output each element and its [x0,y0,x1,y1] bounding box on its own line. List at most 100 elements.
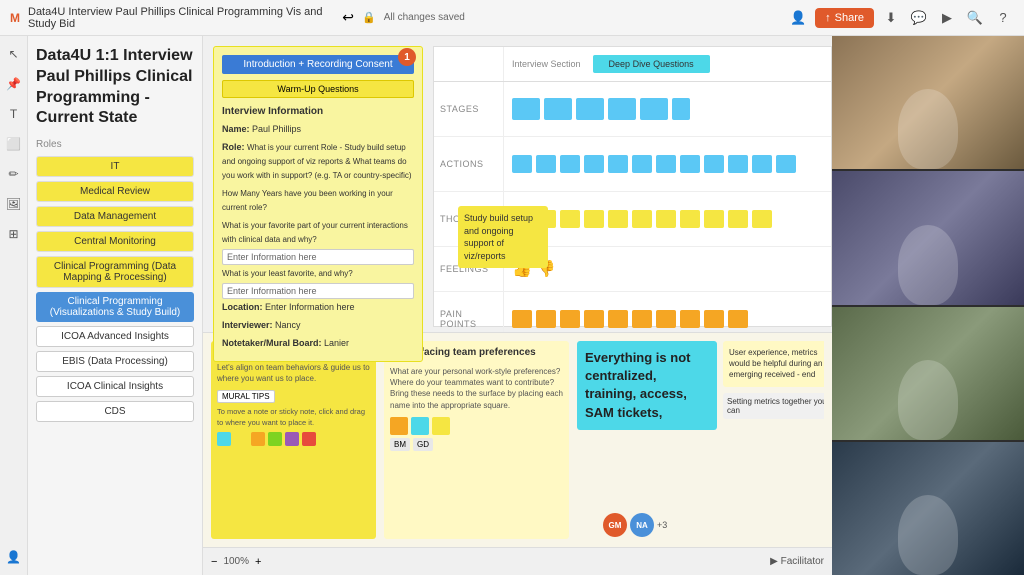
zoom-in-icon[interactable]: + [255,556,261,568]
pref-dot-3 [432,417,450,435]
left-panel: ↖ 📌 T ⬜ ✏ 🖼 ⊞ 👤 Data4U 1:1 Interview Pau… [0,36,203,575]
video-bg-4 [832,442,1024,575]
template-icon[interactable]: ⊞ [4,224,24,244]
video-bg-1 [832,36,1024,169]
action-sticky-3 [560,155,580,173]
tip-label: MURAL TIPS [217,390,275,403]
color-dot-cyan [217,432,231,446]
role-tag-data-mgmt[interactable]: Data Management [36,206,194,227]
stage-sticky-2 [544,98,572,120]
action-sticky-8 [680,155,700,173]
role-tag-medical[interactable]: Medical Review [36,181,194,202]
field-input-2[interactable]: Enter Information here [222,283,414,299]
video-person-3 [898,360,958,440]
action-sticky-6 [632,155,652,173]
stages-content [504,82,831,136]
field-interviewer-label: Interviewer: [222,320,275,330]
action-sticky-4 [584,155,604,173]
role-tags-list: IT Medical Review Data Management Centra… [36,156,194,422]
search-icon[interactable]: 🔍 [964,7,986,29]
video-panel-2 [832,171,1024,304]
role-tag-cds[interactable]: CDS [36,401,194,422]
study-build-sticky: Study build setup and ongoing support of… [458,206,548,268]
warm-up-btn[interactable]: Warm-Up Questions [222,80,414,98]
feelings-content: 👍 👎 [504,247,831,291]
surface-prefs-text: What are your personal work-style prefer… [390,366,563,411]
field-input-1[interactable]: Enter Information here [222,249,414,265]
field-role-value: What is your current Role - Study build … [222,143,412,180]
role-tag-central-monitor[interactable]: Central Monitoring [36,231,194,252]
field-years: How Many Years have you been working in … [222,185,414,213]
video-bg-2 [832,171,1024,304]
sidebar-content: Data4U 1:1 Interview Paul Phillips Clini… [28,36,202,575]
header-spacer [434,47,504,81]
present-icon[interactable]: ▶ [936,7,958,29]
pain-sticky-7 [656,310,676,328]
journey-row-stages: STAGES [434,82,831,137]
pain-sticky-3 [560,310,580,328]
sticky-setting-metrics: Setting metrics together you can [723,393,824,419]
video-panel-1 [832,36,1024,169]
top-bar: M Data4U Interview Paul Phillips Clinica… [0,0,1024,36]
share-button[interactable]: ↑ Share [815,8,874,28]
tip-text-1: To move a note or sticky note, click and… [217,407,370,428]
role-tag-clinical-prog-data[interactable]: Clinical Programming (Data Mapping & Pro… [36,256,194,288]
pain-sticky-9 [704,310,724,328]
lock-icon: 🔒 [362,11,376,24]
share-icon: ↑ [825,12,831,24]
sticky-user-exp: User experience, metrics would be helpfu… [723,341,824,387]
stage-sticky-6 [672,98,690,120]
role-tag-icoa-advanced[interactable]: ICOA Advanced Insights [36,326,194,347]
avatar-gm: GM [603,513,627,537]
text-icon[interactable]: T [4,104,24,124]
main-area: ↖ 📌 T ⬜ ✏ 🖼 ⊞ 👤 Data4U 1:1 Interview Pau… [0,36,1024,575]
tool-tags: MURAL TIPS [217,390,370,403]
comment-icon[interactable]: 💬 [908,7,930,29]
journey-map: Interview Section Deep Dive Questions ST… [433,46,832,327]
user-icon[interactable]: 👤 [4,547,24,567]
interview-section-label: Interview Section [512,59,581,69]
pain-sticky-4 [584,310,604,328]
surface-prefs-title: Surfacing team preferences [404,347,536,358]
role-tag-it[interactable]: IT [36,156,194,177]
shape-icon[interactable]: ⬜ [4,134,24,154]
thought-sticky-7 [656,210,676,228]
actions-content [504,137,831,191]
undo-icon[interactable]: ↩ [342,9,354,26]
pen-icon[interactable]: ✏ [4,164,24,184]
zoom-out-icon[interactable]: − [211,556,217,568]
zoom-level: 100% [223,556,249,567]
thought-sticky-6 [632,210,652,228]
field-notetaker-label: Notetaker/Mural Board: [222,338,324,348]
sticky-not-centralized: Everything is not centralized, training,… [577,341,717,430]
deep-dive-badge: Deep Dive Questions [593,55,710,73]
number-1-badge: 1 [398,48,416,66]
pref-dot-1 [390,417,408,435]
role-tag-clinical-prog-viz[interactable]: Clinical Programming (Visualizations & S… [36,292,194,322]
role-tag-ebis[interactable]: EBIS (Data Processing) [36,351,194,372]
pref-row-2: BM GD [390,438,563,451]
field-role: Role: What is your current Role - Study … [222,139,414,181]
cursor-icon[interactable]: ↖ [4,44,24,64]
field-interviewer: Interviewer: Nancy [222,317,414,331]
action-sticky-10 [728,155,748,173]
study-build-text: Study build setup and ongoing support of… [464,213,533,261]
action-sticky-5 [608,155,628,173]
field-role-label: Role: [222,142,247,152]
thought-sticky-3 [560,210,580,228]
sticky-icon[interactable]: 📌 [4,74,24,94]
people-icon[interactable]: 👤 [787,7,809,29]
role-tag-icoa-clinical[interactable]: ICOA Clinical Insights [36,376,194,397]
stage-sticky-1 [512,98,540,120]
interview-info-header: Interview Information [222,106,414,117]
image-icon[interactable]: 🖼 [4,194,24,214]
surface-prefs-grid: BM GD [390,417,563,451]
pref-label-1: BM [390,438,410,451]
help-icon[interactable]: ? [992,7,1014,29]
video-panel-3 [832,307,1024,440]
download-icon[interactable]: ⬇ [880,7,902,29]
avatar-row: GM NA +3 [603,513,667,537]
pain-sticky-2 [536,310,556,328]
mural-canvas[interactable]: 1 Introduction + Recording Consent Warm-… [203,36,832,547]
stage-sticky-5 [640,98,668,120]
